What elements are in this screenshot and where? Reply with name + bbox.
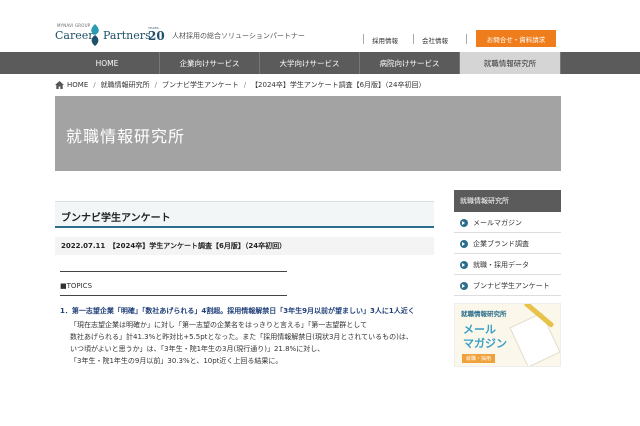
anniversary-badge: YEARS 20 <box>148 27 165 43</box>
topics-label: ■TOPICS <box>60 282 93 290</box>
logo-group-label: MYNAVI GROUP <box>57 23 91 28</box>
breadcrumb-survey[interactable]: ブンナビ学生アンケート <box>162 80 239 90</box>
sidebar-item-label: ブンナビ学生アンケート <box>473 281 550 290</box>
divider <box>60 271 287 272</box>
sidebar-item-data[interactable]: 就職・採用データ <box>454 255 561 275</box>
breadcrumb-home[interactable]: HOME <box>67 81 88 89</box>
breadcrumb: HOME / 就職情報研究所 / ブンナビ学生アンケート / 【2024卒】学生… <box>55 79 425 91</box>
global-nav: HOME 企業向けサービス 大学向けサービス 病院向けサービス 就職情報研究所 <box>0 52 640 74</box>
anniversary-badge-number: 20 <box>148 29 165 43</box>
tagline: 人材採用の総合ソリューションパートナー <box>172 32 305 40</box>
nav-item-corporate[interactable]: 企業向けサービス <box>160 52 260 74</box>
breadcrumb-research[interactable]: 就職情報研究所 <box>101 80 150 90</box>
util-divider <box>466 34 467 44</box>
mail-magazine-banner[interactable]: 就職情報研究所 メール マガジン 就職・採用 <box>454 303 561 367</box>
article-date-title: 2022.07.11 【2024卒】学生アンケート調査【6月版】（24卒初回） <box>55 237 434 255</box>
divider <box>60 295 287 296</box>
nav-filler <box>561 52 640 74</box>
breadcrumb-separator: / <box>93 81 96 89</box>
sidebar-item-student-survey[interactable]: ブンナビ学生アンケート <box>454 276 561 296</box>
util-link-recruit[interactable]: 採用情報 <box>372 35 398 45</box>
home-icon <box>55 81 64 89</box>
logo-text-partners[interactable]: Partners <box>103 29 151 42</box>
logo-text-career[interactable]: Career <box>55 29 94 42</box>
sidebar-item-label: メールマガジン <box>473 218 522 227</box>
contact-request-button[interactable]: お問合せ・資料請求 <box>476 30 556 47</box>
topic-point-title: 1．第一志望企業「明確」「数社あげられる」4割超。採用情報解禁日「3年生9月以前… <box>60 307 415 315</box>
sidebar-heading: 就職情報研究所 <box>454 190 561 212</box>
page-hero: 就職情報研究所 <box>55 96 561 171</box>
body-line: 「3年生・院1年生の9月以前」30.3%と、10pt近く上回る結果に。 <box>70 357 283 365</box>
cta-label: お問合せ・資料請求 <box>486 35 546 44</box>
logo-mark-icon[interactable] <box>89 24 101 46</box>
arrow-right-icon <box>460 260 468 269</box>
nav-item-label: 大学向けサービス <box>279 58 340 68</box>
breadcrumb-separator: / <box>154 81 157 89</box>
nav-item-research[interactable]: 就職情報研究所 <box>460 52 561 74</box>
arrow-right-icon <box>460 239 468 248</box>
nav-item-label: 就職情報研究所 <box>483 58 537 68</box>
util-divider <box>413 34 414 44</box>
banner-pill: 就職・採用 <box>462 354 496 363</box>
nav-item-home[interactable]: HOME <box>0 52 160 74</box>
sidebar-item-brand-survey[interactable]: 企業ブランド調査 <box>454 234 561 254</box>
nav-item-label: HOME <box>95 58 119 68</box>
banner-title-line2: マガジン <box>463 337 507 350</box>
arrow-right-icon <box>460 281 468 290</box>
sidebar-heading-label: 就職情報研究所 <box>460 197 509 205</box>
section-heading: ブンナビ学生アンケート <box>55 201 434 228</box>
util-divider <box>363 34 364 44</box>
body-line: いつ頃がよいと思うか」は、「3年生・院1年生の3月(現行通り)」21.8%に対し… <box>70 345 325 353</box>
nav-item-university[interactable]: 大学向けサービス <box>260 52 360 74</box>
section-title: ブンナビ学生アンケート <box>61 213 171 224</box>
sidebar-item-label: 就職・採用データ <box>473 260 529 269</box>
breadcrumb-separator: / <box>243 81 247 89</box>
site-header: MYNAVI GROUP Career Partners YEARS 20 人材… <box>0 0 640 52</box>
page-title: 就職情報研究所 <box>66 127 186 146</box>
nav-item-label: 企業向けサービス <box>179 58 240 68</box>
nav-item-label: 病院向けサービス <box>379 58 440 68</box>
util-link-company[interactable]: 会社情報 <box>422 35 448 45</box>
banner-brand: 就職情報研究所 <box>461 310 507 318</box>
paper-illustration <box>509 312 560 366</box>
breadcrumb-current: 【2024卒】学生アンケート調査【6月版】（24卒初回） <box>251 81 426 89</box>
nav-item-hospital[interactable]: 病院向けサービス <box>360 52 460 74</box>
arrow-right-icon <box>460 218 468 227</box>
sidebar-item-label: 企業ブランド調査 <box>473 239 529 248</box>
body-line: 「現在志望企業は明確か」に対し「第一志望の企業名をはっきりと言える」「第一志望群… <box>70 321 368 329</box>
sidebar-item-mail-magazine[interactable]: メールマガジン <box>454 213 561 233</box>
body-line: 数社あげられる」計41.3%と昨対比+5.5ptとなった。また「採用情報解禁日(… <box>70 333 413 341</box>
article-title: 2022.07.11 【2024卒】学生アンケート調査【6月版】（24卒初回） <box>61 242 287 250</box>
